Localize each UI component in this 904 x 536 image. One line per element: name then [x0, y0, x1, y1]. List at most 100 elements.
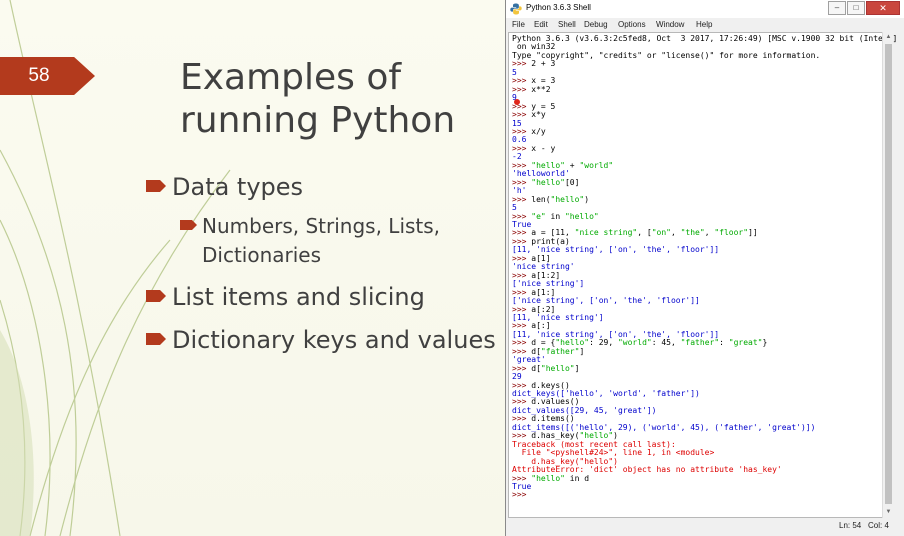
shell-text-segment: "father": [540, 346, 580, 356]
shell-text-segment: "floor": [714, 228, 749, 238]
presentation-slide: 58 Examples of running Python Data types…: [0, 0, 505, 536]
shell-text-segment: "e": [531, 211, 546, 221]
bullet-item: List items and slicing: [146, 280, 496, 314]
shell-text-segment: ]]: [748, 228, 758, 238]
shell-text-segment: [0]: [564, 177, 580, 187]
shell-line: True: [512, 482, 890, 491]
shell-line: [11, 'nice string', ['on', 'the', 'floor…: [512, 246, 890, 254]
shell-line: ['nice string', ['on', 'the', 'floor']]: [512, 296, 890, 305]
shell-text-segment: in: [545, 211, 565, 221]
shell-text-segment: "nice string": [574, 228, 638, 238]
shell-line: >>> x**2: [512, 84, 890, 94]
shell-line: >>> x*y: [512, 110, 890, 119]
shell-text-segment: "world": [579, 160, 614, 170]
shell-text-segment: x**2: [531, 84, 551, 94]
shell-text-segment: , [: [637, 228, 652, 238]
mouse-pointer-icon: [514, 99, 520, 105]
shell-text-segment: "hello": [531, 177, 565, 187]
shell-text-segment: "on": [651, 228, 671, 238]
shell-line: 'nice string': [512, 263, 890, 271]
menu-help[interactable]: Help: [696, 20, 712, 29]
shell-line: >>> len("hello"): [512, 194, 890, 204]
bullet-item: Dictionary keys and values: [146, 323, 496, 357]
shell-text-segment: in d: [564, 473, 590, 483]
shell-text-segment: ,: [704, 228, 715, 238]
bullet-arrow-icon: [146, 288, 166, 304]
shell-line: >>> x = 3: [512, 77, 890, 85]
shell-text-segment: 2 + 3: [531, 59, 556, 69]
menu-bar: File Edit Shell Debug Options Window Hel…: [506, 18, 904, 32]
shell-text-segment: "father": [680, 338, 720, 348]
shell-text-segment: ]: [574, 363, 580, 373]
shell-text-segment: Type "copyright", "credits" or "license(…: [512, 50, 821, 60]
shell-text-segment: x - y: [531, 143, 556, 153]
python-icon: [510, 3, 522, 15]
title-bar[interactable]: Python 3.6.3 Shell – □ ✕: [506, 0, 904, 18]
shell-text-segment: ,: [670, 228, 681, 238]
menu-edit[interactable]: Edit: [534, 20, 548, 29]
shell-line: >>> y = 5: [512, 102, 890, 111]
sub-bullet-item: Numbers, Strings, Lists, Dictionaries: [180, 212, 496, 270]
shell-text-segment: "hello": [540, 363, 575, 373]
minimize-button[interactable]: –: [828, 1, 846, 15]
shell-line: Python 3.6.3 (v3.6.3:2c5fed8, Oct 3 2017…: [512, 34, 897, 43]
status-bar: Ln: 54 Col: 4: [506, 518, 904, 536]
shell-text-segment: len(: [531, 194, 551, 204]
shell-line: >>> x - y: [512, 143, 890, 153]
shell-text-segment: "hello": [531, 473, 565, 483]
shell-line: 9: [512, 93, 890, 102]
shell-text-segment: x/y: [531, 126, 546, 136]
menu-options[interactable]: Options: [618, 20, 646, 29]
shell-line: >>> d["hello"]: [512, 363, 890, 373]
bullet-arrow-icon: [146, 178, 166, 194]
scroll-down-arrow-icon[interactable]: ▼: [883, 507, 894, 518]
shell-text-segment: d[: [531, 363, 541, 373]
shell-line: >>> "hello"[0]: [512, 177, 890, 187]
line-number: Ln: 54: [839, 521, 862, 530]
shell-text-segment: ): [584, 194, 590, 204]
menu-shell[interactable]: Shell: [558, 20, 576, 29]
shell-line: 0.6: [512, 136, 890, 144]
sub-bullet-arrow-icon: [180, 218, 197, 232]
shell-text-area[interactable]: Python 3.6.3 (v3.6.3:2c5fed8, Oct 3 2017…: [508, 32, 897, 518]
column-number: Col: 4: [868, 521, 889, 530]
shell-output: Python 3.6.3 (v3.6.3:2c5fed8, Oct 3 2017…: [512, 34, 897, 500]
bullet-text: List items and slicing: [172, 283, 425, 311]
shell-line: 15: [512, 119, 890, 128]
scroll-thumb[interactable]: [885, 44, 892, 504]
shell-line: >>> 2 + 3: [512, 60, 890, 68]
shell-line: ['nice string']: [512, 279, 890, 288]
bullet-text: Data types: [172, 173, 304, 201]
shell-text-segment: }: [762, 338, 768, 348]
shell-text-segment: Python 3.6.3 (v3.6.3:2c5fed8, Oct 3 2017…: [512, 34, 898, 43]
shell-line: Type "copyright", "credits" or "license(…: [512, 50, 890, 60]
shell-line: 5: [512, 68, 890, 77]
vertical-scrollbar[interactable]: ▲ ▼: [882, 32, 893, 518]
shell-line: [11, 'nice string']: [512, 313, 890, 322]
shell-text-segment: ]: [579, 346, 585, 356]
bullet-arrow-icon: [146, 331, 166, 347]
shell-text-segment: "great": [728, 338, 763, 348]
bullet-text: Dictionary keys and values: [172, 326, 496, 354]
python-shell-window: Python 3.6.3 Shell – □ ✕ File Edit Shell…: [505, 0, 904, 536]
maximize-button[interactable]: □: [847, 1, 865, 15]
shell-text-segment: : 29,: [589, 338, 618, 348]
scroll-up-arrow-icon[interactable]: ▲: [883, 32, 894, 43]
close-button[interactable]: ✕: [866, 1, 900, 15]
shell-text-segment: :: [719, 338, 729, 348]
menu-debug[interactable]: Debug: [584, 20, 608, 29]
shell-text-segment: "the": [680, 228, 705, 238]
shell-text-segment: "hello": [564, 211, 599, 221]
menu-file[interactable]: File: [512, 20, 525, 29]
shell-line: >>> "e" in "hello": [512, 211, 890, 221]
shell-text-segment: >>>: [512, 490, 532, 500]
sub-bullet-text: Numbers, Strings, Lists, Dictionaries: [202, 214, 441, 267]
bullet-item: Data types: [146, 170, 496, 204]
slide-title: Examples of running Python: [180, 57, 456, 141]
bullet-list: Data types Numbers, Strings, Lists, Dict…: [146, 170, 496, 357]
shell-text-segment: "hello": [550, 194, 585, 204]
shell-line: >>>: [512, 491, 890, 499]
slide-number: 58: [28, 65, 50, 86]
menu-window[interactable]: Window: [656, 20, 684, 29]
shell-line: >>> "hello" in d: [512, 473, 890, 483]
